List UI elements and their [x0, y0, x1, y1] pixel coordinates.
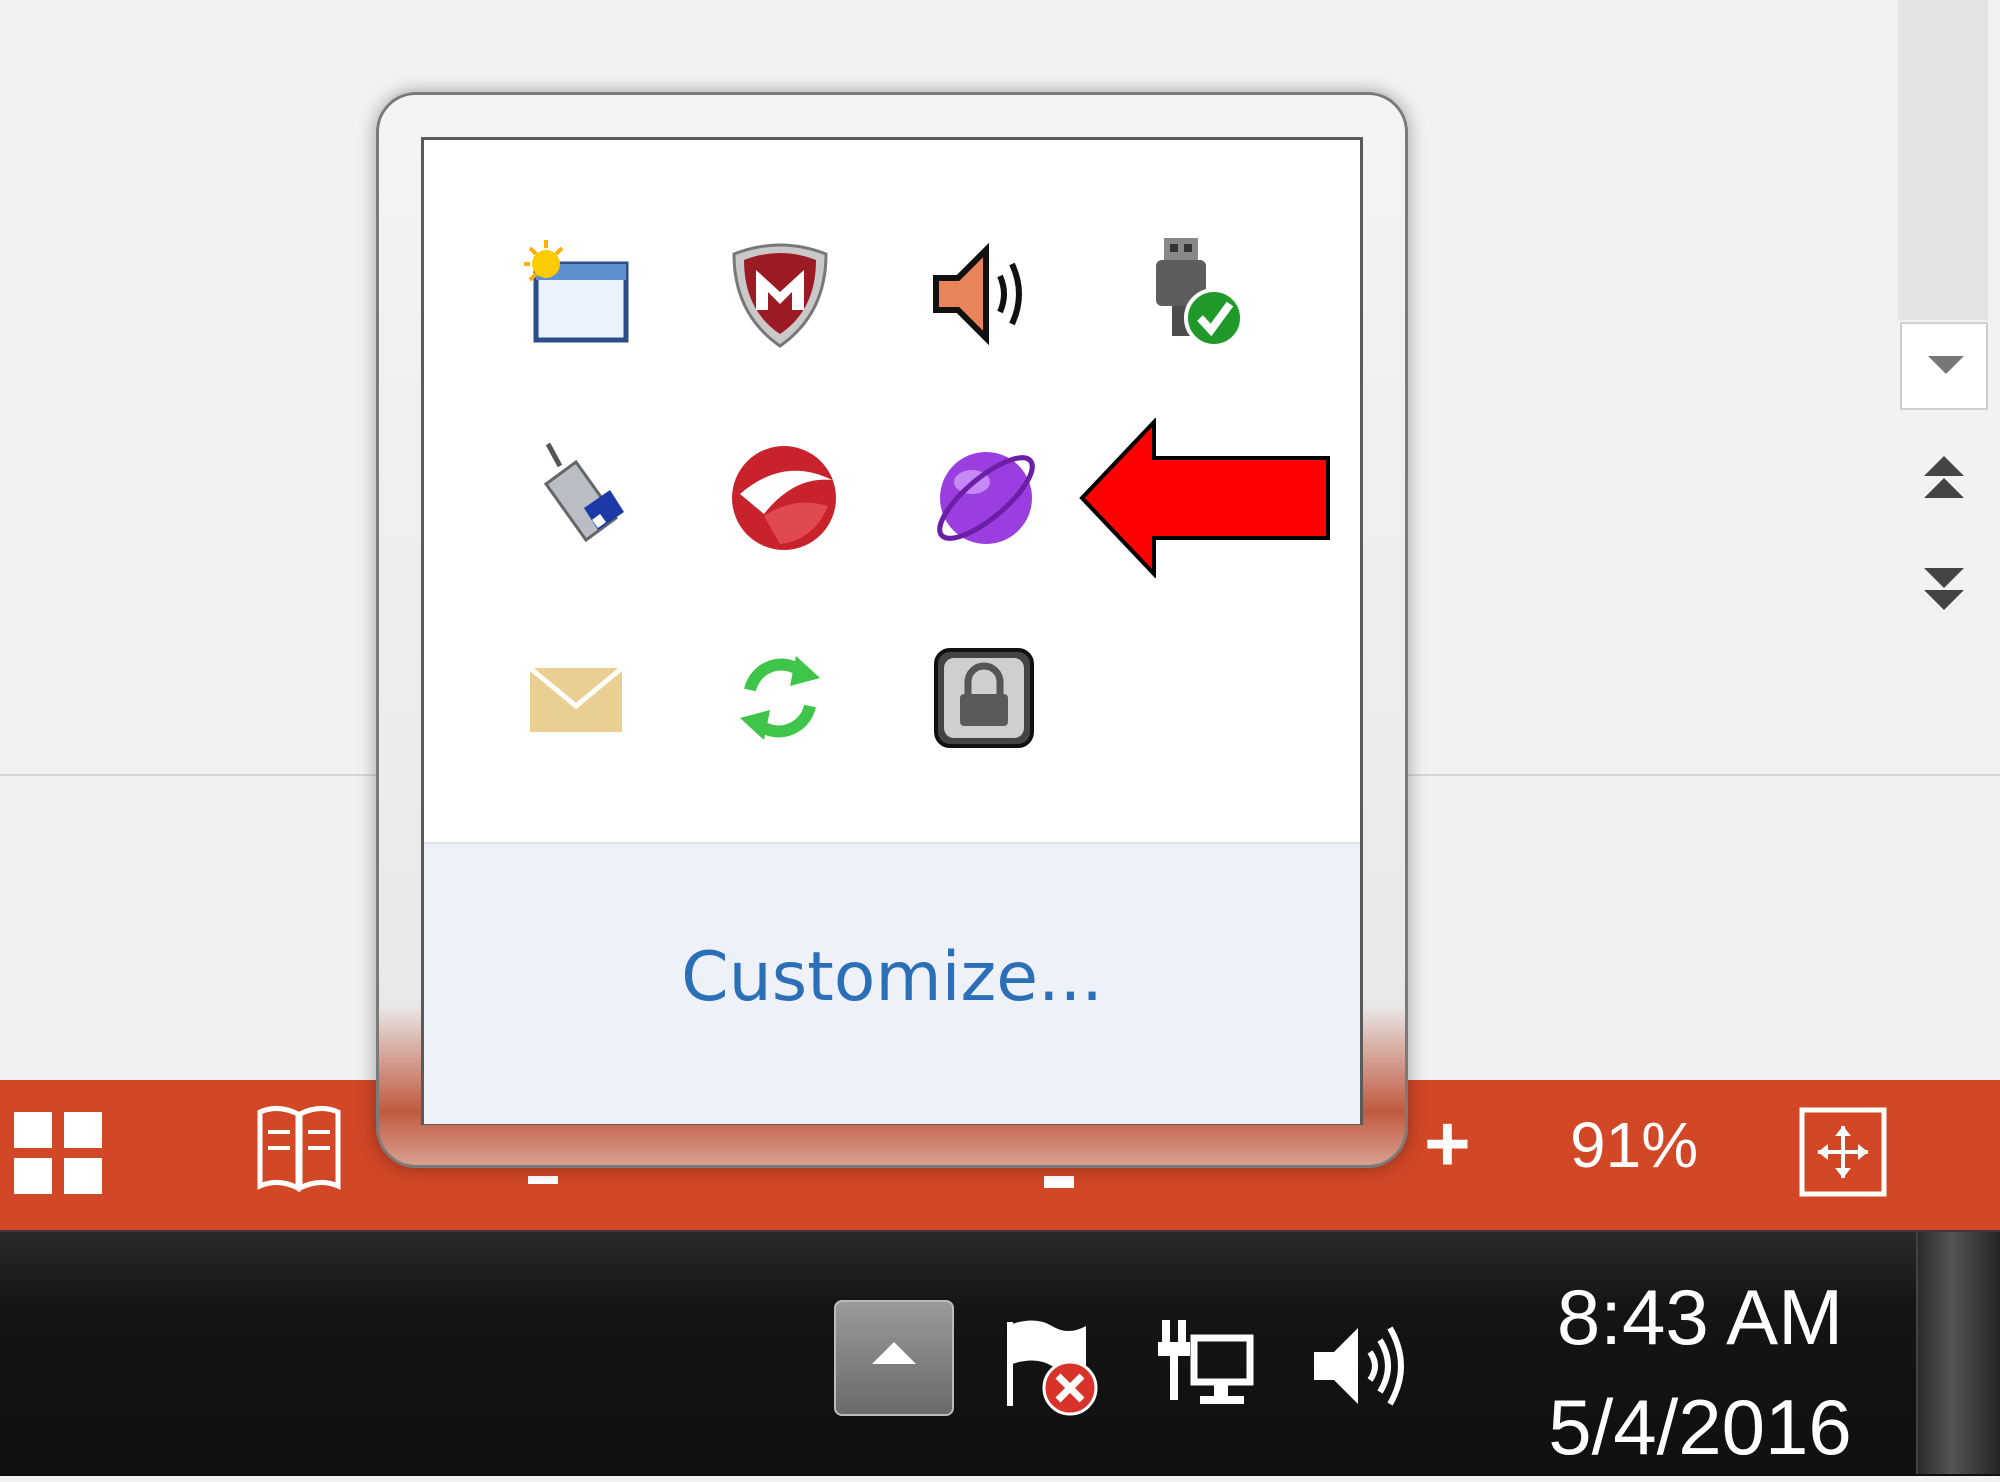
zoom-in-button[interactable]: + [1424, 1098, 1471, 1190]
zoom-level[interactable]: 91% [1570, 1108, 1698, 1182]
tray-item-lock[interactable] [924, 638, 1044, 758]
tray-item-purple-globe[interactable] [926, 436, 1046, 556]
flyout-panel: Customize... [421, 137, 1363, 1125]
previous-page-button[interactable] [1916, 450, 1972, 506]
action-center-flag-icon[interactable] [996, 1310, 1106, 1420]
flyout-footer: Customize... [424, 842, 1360, 1124]
notification-overflow-flyout: Customize... [376, 92, 1408, 1168]
tray-item-mail[interactable] [516, 638, 636, 758]
tray-item-window[interactable] [516, 234, 636, 354]
fit-to-window-icon[interactable] [1798, 1106, 1888, 1198]
sync-arrows-icon [740, 656, 820, 740]
slider-tick [528, 1176, 558, 1184]
vertical-scrollbar[interactable] [1898, 0, 1988, 320]
clock-date: 5/4/2016 [1548, 1383, 1852, 1471]
double-chevron-down-icon [1924, 568, 1964, 610]
next-page-button[interactable] [1916, 560, 1972, 616]
red-orb-icon [732, 446, 836, 550]
slider-tick [1044, 1176, 1074, 1188]
tray-item-safely-remove[interactable] [1132, 234, 1252, 354]
system-clock[interactable]: 8:43 AM 5/4/2016 [1500, 1262, 1900, 1482]
scroll-down-button[interactable] [1900, 322, 1988, 410]
clock-time: 8:43 AM [1556, 1273, 1844, 1361]
network-icon[interactable] [1156, 1316, 1256, 1416]
speaker-icon [933, 242, 1022, 346]
mail-envelope-icon [528, 666, 624, 732]
show-hidden-icons-button[interactable] [834, 1300, 954, 1416]
volume-icon[interactable] [1308, 1316, 1408, 1416]
customize-link[interactable]: Customize... [424, 938, 1360, 1017]
tray-item-mcafee[interactable] [720, 234, 840, 354]
normal-view-icon[interactable] [10, 1108, 106, 1198]
usb-drive-icon [543, 442, 624, 543]
usb-safe-remove-icon [1156, 238, 1244, 348]
red-annotation-arrow-icon [1079, 418, 1330, 578]
tray-item-red-app[interactable] [724, 436, 844, 556]
mcafee-shield-icon [732, 243, 828, 348]
tray-item-speaker[interactable] [924, 234, 1044, 354]
tray-item-usb-drive[interactable] [520, 436, 640, 556]
tray-item-sync[interactable] [720, 638, 840, 758]
show-desktop-button[interactable] [1916, 1232, 2000, 1474]
purple-globe-icon [937, 452, 1035, 544]
window-sun-icon [524, 240, 629, 343]
double-chevron-up-icon [1924, 456, 1964, 498]
lock-icon [934, 648, 1034, 748]
reading-view-icon[interactable] [254, 1102, 344, 1198]
